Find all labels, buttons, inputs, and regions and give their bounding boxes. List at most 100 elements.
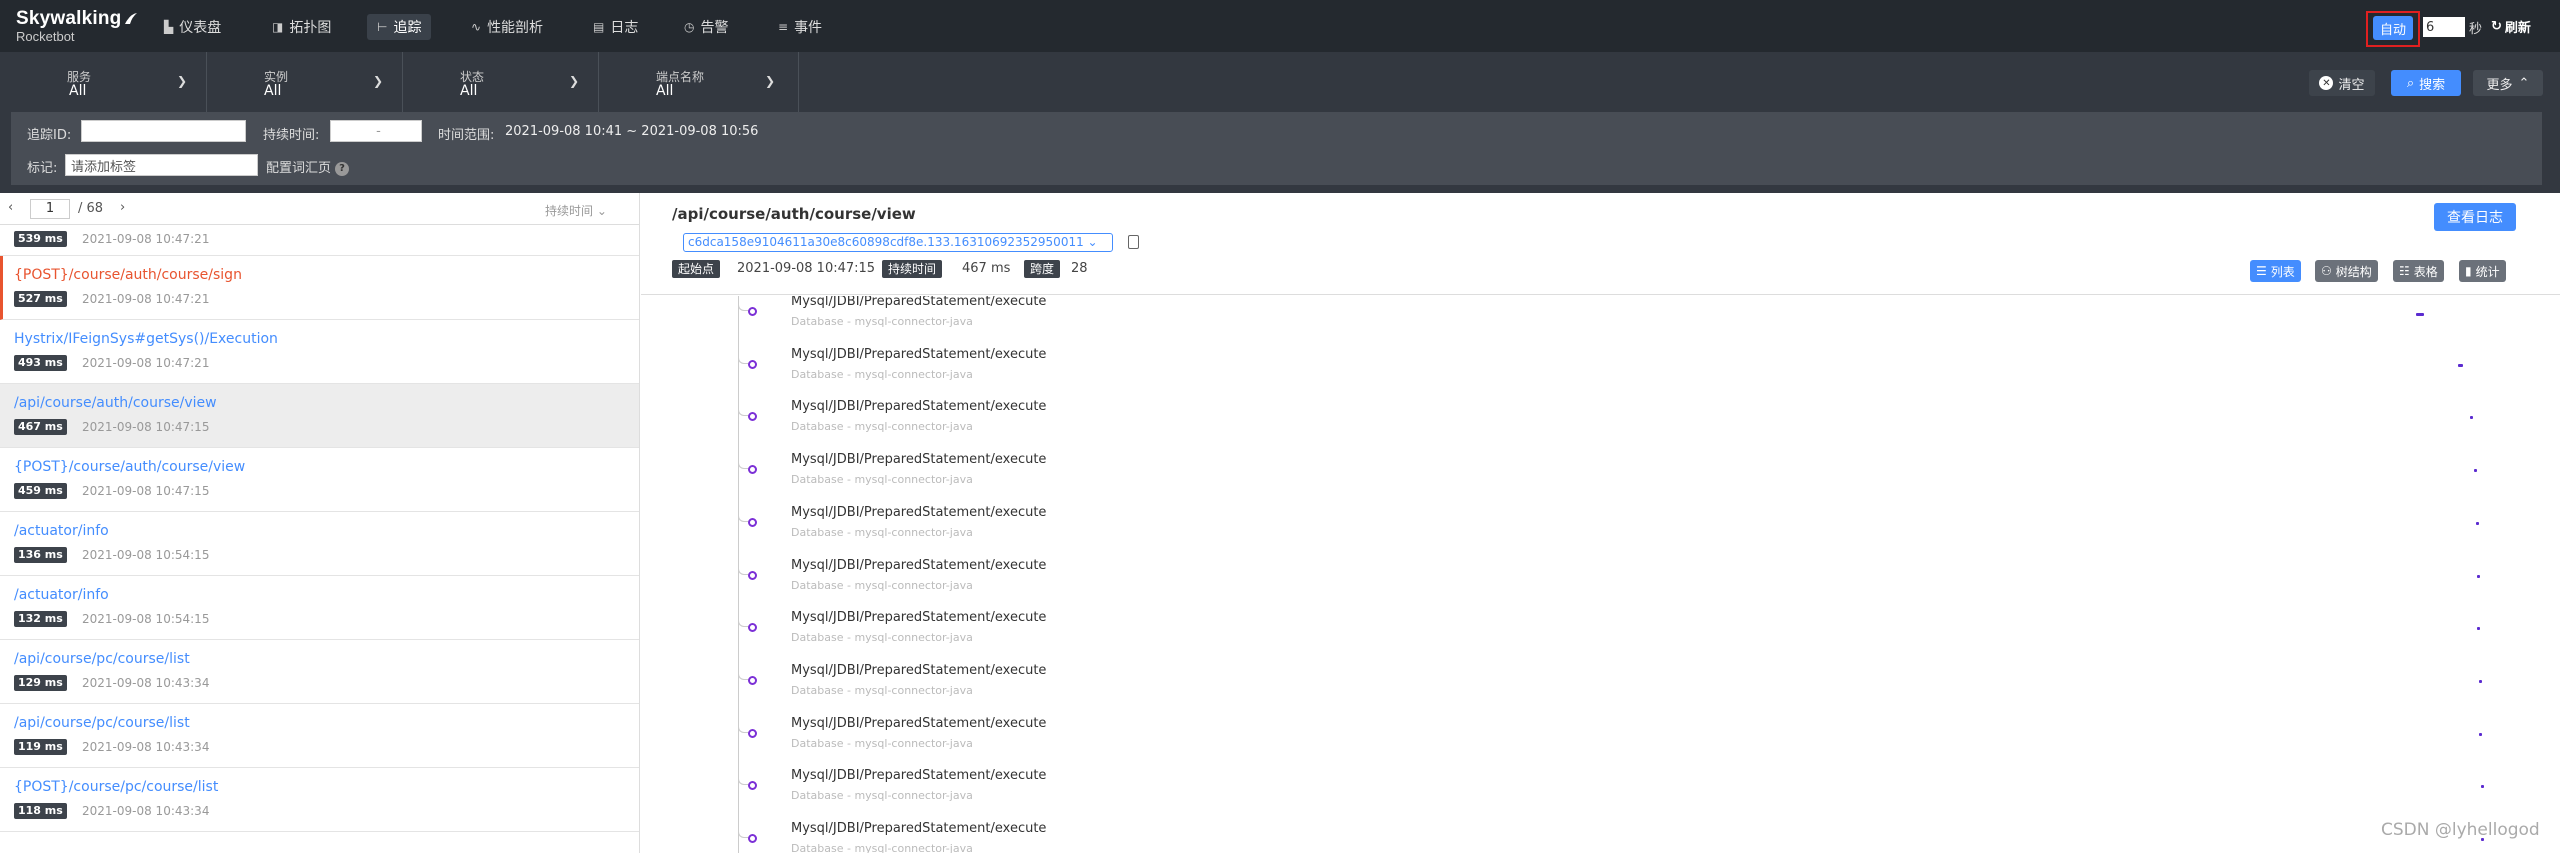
refresh-button[interactable]: ↻ 刷新 — [2491, 17, 2531, 36]
span-row[interactable]: Mysql/JDBI/PreparedStatement/execute Data… — [641, 505, 2560, 558]
span-component: Database - mysql-connector-java — [791, 789, 973, 802]
alarm-icon: ◷ — [684, 20, 695, 34]
nav-item-alarm[interactable]: ◷ 告警 — [674, 14, 738, 40]
trace-list-item[interactable]: /actuator/info 136 ms 2021-09-08 10:54:1… — [0, 512, 639, 576]
view-tree-button[interactable]: ⚇ 树结构 — [2315, 260, 2378, 282]
nav-item-event[interactable]: ≡ 事件 — [768, 14, 832, 40]
top-nav: Skywalking Rocketbot ▙ 仪表盘 ◨ 拓扑图 ⊢ 追踪 ∿ 性能剖析… — [0, 0, 2560, 52]
span-row[interactable]: Mysql/JDBI/PreparedStatement/execute Data… — [641, 347, 2560, 400]
nav-item-trace[interactable]: ⊢ 追踪 — [367, 14, 432, 40]
close-icon: ✕ — [2319, 76, 2334, 90]
chevron-down-icon: ❯ — [373, 74, 384, 88]
stats-icon: ▮ — [2465, 264, 2472, 278]
filter-value: All — [69, 83, 87, 99]
duration-value: 467 ms — [962, 261, 1011, 276]
span-name: Mysql/JDBI/PreparedStatement/execute — [791, 452, 1047, 467]
span-row[interactable]: Mysql/JDBI/PreparedStatement/execute Data… — [641, 821, 2560, 853]
tree-connector — [738, 768, 748, 785]
page-number-input[interactable]: 1 — [30, 199, 70, 219]
view-label: 树结构 — [2335, 264, 2372, 279]
span-duration-bar — [2477, 575, 2481, 578]
view-label: 列表 — [2270, 264, 2295, 279]
duration-badge: 493 ms — [14, 355, 67, 371]
span-row[interactable]: Mysql/JDBI/PreparedStatement/execute Data… — [641, 558, 2560, 611]
next-page-icon[interactable]: › — [120, 200, 125, 215]
refresh-interval-input[interactable] — [2423, 17, 2465, 37]
view-log-button[interactable]: 查看日志 — [2434, 203, 2516, 231]
span-node-icon — [748, 676, 757, 685]
trace-timestamp: 2021-09-08 10:47:21 — [82, 356, 210, 370]
duration-badge: 136 ms — [14, 547, 67, 563]
time-range-value[interactable]: 2021-09-08 10:41 ~ 2021-09-08 10:56 — [505, 124, 758, 139]
span-name: Mysql/JDBI/PreparedStatement/execute — [791, 296, 1047, 309]
nav-item-log[interactable]: ▤ 日志 — [583, 14, 648, 40]
span-name: Mysql/JDBI/PreparedStatement/execute — [791, 558, 1047, 573]
trace-list-item[interactable]: /api/course/pc/course/list 129 ms 2021-0… — [0, 640, 639, 704]
nav-label: 性能剖析 — [487, 20, 544, 36]
help-icon[interactable]: ? — [335, 161, 350, 176]
chevron-down-icon: ❯ — [177, 74, 188, 88]
trace-list-item[interactable]: /api/course/auth/course/view 467 ms 2021… — [0, 384, 639, 448]
span-row[interactable]: Mysql/JDBI/PreparedStatement/execute Data… — [641, 610, 2560, 663]
span-node-icon — [748, 781, 757, 790]
chevron-down-icon: ❯ — [569, 74, 580, 88]
duration-badge: 527 ms — [14, 291, 67, 307]
sort-dropdown[interactable]: 持续时间 ⌄ — [545, 202, 607, 219]
trace-list-panel: ‹ 1 / 68 › 持续时间 ⌄ 539 ms 2021-09-08 10:4… — [0, 193, 640, 853]
span-row[interactable]: Mysql/JDBI/PreparedStatement/execute Data… — [641, 296, 2560, 347]
filter-instance[interactable]: 实例 All ❯ — [207, 52, 403, 112]
trace-list-item[interactable]: /actuator/info 132 ms 2021-09-08 10:54:1… — [0, 576, 639, 640]
search-button[interactable]: ⌕ 搜索 — [2391, 70, 2461, 96]
trace-list-item[interactable]: 539 ms 2021-09-08 10:47:21 — [0, 226, 639, 256]
tree-connector — [738, 505, 748, 522]
trace-timestamp: 2021-09-08 10:43:34 — [82, 740, 210, 754]
auto-refresh-button[interactable]: 自动 — [2373, 16, 2413, 40]
filter-service[interactable]: 服务 All ❯ — [0, 52, 207, 112]
more-button[interactable]: 更多 ⌃ — [2473, 70, 2543, 96]
profile-icon: ∿ — [471, 20, 482, 34]
clear-button[interactable]: ✕ 清空 — [2309, 70, 2375, 96]
tree-connector — [738, 821, 748, 838]
view-list-button[interactable]: ☰ 列表 — [2250, 260, 2301, 282]
span-node-icon — [748, 465, 757, 474]
logo[interactable]: Skywalking Rocketbot — [16, 8, 138, 44]
trace-id-input[interactable] — [81, 120, 246, 142]
span-component: Database - mysql-connector-java — [791, 315, 973, 328]
span-name: Mysql/JDBI/PreparedStatement/execute — [791, 768, 1047, 783]
span-row[interactable]: Mysql/JDBI/PreparedStatement/execute Data… — [641, 716, 2560, 769]
trace-list-item[interactable]: Hystrix/IFeignSys#getSys()/Execution 493… — [0, 320, 639, 384]
trace-endpoint: /api/course/auth/course/view — [14, 395, 217, 411]
span-row[interactable]: Mysql/JDBI/PreparedStatement/execute Data… — [641, 452, 2560, 505]
tag-input[interactable]: 请添加标签 — [65, 154, 258, 176]
trace-endpoint: {POST}/course/auth/course/sign — [14, 267, 242, 283]
tree-connector — [738, 716, 748, 733]
trace-endpoint: /api/course/pc/course/list — [14, 651, 190, 667]
tree-connector — [738, 296, 748, 311]
view-stats-button[interactable]: ▮ 统计 — [2459, 260, 2506, 282]
duration-range-input[interactable]: - — [330, 120, 422, 142]
trace-list-item[interactable]: {POST}/course/auth/course/sign 527 ms 20… — [0, 256, 639, 320]
filter-endpoint[interactable]: 端点名称 All ❯ — [599, 52, 799, 112]
nav-item-topology[interactable]: ◨ 拓扑图 — [262, 14, 341, 40]
filter-value: All — [264, 83, 282, 99]
nav-item-profile[interactable]: ∿ 性能剖析 — [461, 14, 553, 40]
span-count-value: 28 — [1071, 261, 1088, 276]
trace-list-item[interactable]: {POST}/course/auth/course/view 459 ms 20… — [0, 448, 639, 512]
filter-status[interactable]: 状态 All ❯ — [403, 52, 599, 112]
span-node-icon — [748, 412, 757, 421]
span-row[interactable]: Mysql/JDBI/PreparedStatement/execute Data… — [641, 663, 2560, 716]
config-tags-link[interactable]: 配置词汇页? — [266, 157, 350, 176]
trace-list-item[interactable]: {POST}/course/pc/course/list 118 ms 2021… — [0, 768, 639, 832]
nav-item-dashboard[interactable]: ▙ 仪表盘 — [154, 14, 231, 40]
trace-timestamp: 2021-09-08 10:47:21 — [82, 292, 210, 306]
view-table-button[interactable]: ☷ 表格 — [2393, 260, 2444, 282]
span-node-icon — [748, 518, 757, 527]
span-row[interactable]: Mysql/JDBI/PreparedStatement/execute Data… — [641, 768, 2560, 821]
duration-tag: 持续时间 — [882, 260, 943, 278]
copy-icon[interactable] — [1128, 235, 1139, 249]
watermark: CSDN @lyhellogod — [2381, 820, 2540, 840]
span-row[interactable]: Mysql/JDBI/PreparedStatement/execute Data… — [641, 399, 2560, 452]
trace-list-item[interactable]: /api/course/pc/course/list 119 ms 2021-0… — [0, 704, 639, 768]
prev-page-icon[interactable]: ‹ — [8, 200, 13, 215]
trace-id-select[interactable]: c6dca158e9104611a30e8c60898cdf8e.133.163… — [683, 233, 1113, 252]
